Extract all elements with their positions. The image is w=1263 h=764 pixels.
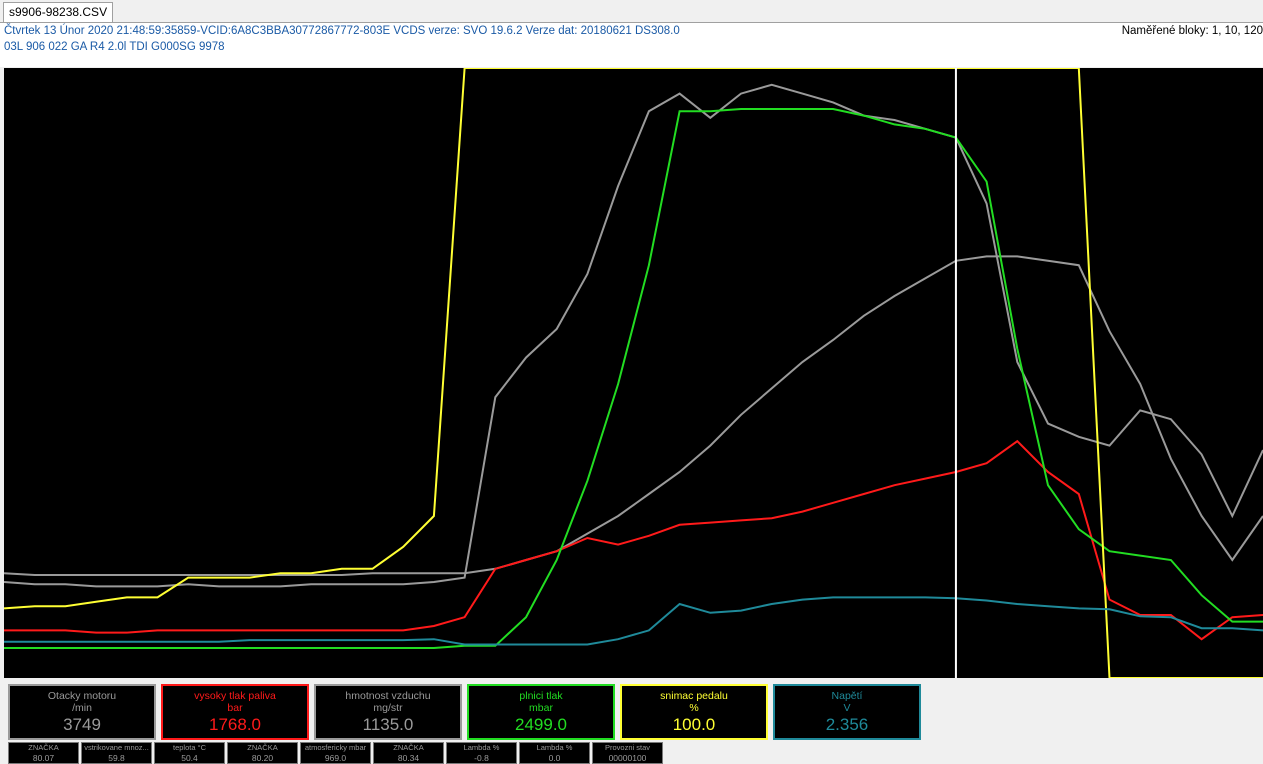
value-cell: vstrikovane mnoz... 59.8 [81, 742, 152, 764]
cell-name: ZNAČKA [247, 743, 278, 752]
gauge-value: 2499.0 [515, 715, 567, 734]
gauge-title: vysoky tlak paliva [194, 690, 276, 702]
gauge-title: snimac pedalu [660, 690, 728, 702]
value-cell: Lambda % 0.0 [519, 742, 590, 764]
gauge-value: 2.356 [825, 715, 869, 734]
gauge-value: 1135.0 [362, 715, 414, 734]
series-line-1 [4, 439, 1263, 641]
value-cell: teplota °C 50.4 [154, 742, 225, 764]
tab-bar: s9906-98238.CSV [0, 0, 1263, 23]
gauge-title: Napětí [831, 690, 863, 702]
value-cell: ZNAČKA 80.07 [8, 742, 79, 764]
cell-name: vstrikovane mnoz... [84, 743, 149, 752]
gauge-title: hmotnost vzduchu [345, 690, 431, 702]
gauge-air-mass: hmotnost vzduchu mg/str 1135.0 [314, 684, 462, 740]
gauge-unit: /min [72, 702, 92, 714]
cell-value: 59.8 [108, 753, 125, 763]
gauge-title: plnici tlak [519, 690, 563, 702]
gauge-fuel-pressure: vysoky tlak paliva bar 1768.0 [161, 684, 309, 740]
cell-name: atmosfericky mbar [304, 743, 367, 752]
gauge-pedal-sensor: snimac pedalu % 100.0 [620, 684, 768, 740]
gauge-unit: % [689, 702, 699, 714]
cell-name: teplota °C [172, 743, 207, 752]
series-line-0 [4, 255, 1263, 576]
value-cell: Lambda % -0.8 [446, 742, 517, 764]
cell-value: 00000100 [608, 753, 647, 763]
gauge-value: 100.0 [672, 715, 716, 734]
gauge-unit: bar [227, 702, 243, 714]
series-line-3 [4, 108, 1263, 649]
value-cell: ZNAČKA 80.34 [373, 742, 444, 764]
gauge-value: 1768.0 [209, 715, 261, 734]
tab-file[interactable]: s9906-98238.CSV [3, 2, 114, 22]
measured-blocks-label: Naměřené bloky: 1, 10, 120 [1121, 25, 1263, 37]
cell-name: Lambda % [463, 743, 500, 752]
cell-value: -0.8 [474, 753, 489, 763]
series-line-4 [4, 68, 1263, 678]
value-cell: ZNAČKA 80.20 [227, 742, 298, 764]
cell-name: ZNAČKA [393, 743, 424, 752]
gauge-title: Otacky motoru [47, 690, 117, 702]
gauge-value: 3749 [63, 715, 101, 734]
value-cell: Provozni stav 00000100 [592, 742, 663, 764]
cell-value: 969.0 [324, 753, 347, 763]
log-header: Čtvrtek 13 Únor 2020 21:48:59:35859-VCID… [0, 23, 1263, 67]
cell-value: 50.4 [181, 753, 198, 763]
cell-value: 80.07 [32, 753, 55, 763]
graph-panel[interactable] [4, 68, 1263, 678]
cell-name: Lambda % [536, 743, 573, 752]
cell-name: ZNAČKA [28, 743, 59, 752]
gauge-voltage: Napětí V 2.356 [773, 684, 921, 740]
header-engine-line: 03L 906 022 GA R4 2.0l TDI G000SG 9978 [4, 41, 225, 53]
gauge-unit: mbar [529, 702, 553, 714]
header-info-line: Čtvrtek 13 Únor 2020 21:48:59:35859-VCID… [4, 25, 680, 37]
cell-value: 80.20 [251, 753, 274, 763]
value-cell: atmosfericky mbar 969.0 [300, 742, 371, 764]
gauge-boost-pressure: plnici tlak mbar 2499.0 [467, 684, 615, 740]
gauge-panel: Otacky motoru /min 3749 vysoky tlak pali… [0, 678, 1263, 764]
series-line-5 [4, 596, 1263, 646]
log-graph[interactable] [4, 68, 1263, 678]
cell-name: Provozni stav [604, 743, 651, 752]
cell-value: 0.0 [548, 753, 561, 763]
gauge-engine-rpm: Otacky motoru /min 3749 [8, 684, 156, 740]
gauge-unit: mg/str [373, 702, 403, 714]
cell-value: 80.34 [397, 753, 420, 763]
gauge-unit: V [843, 702, 851, 714]
series-line-2 [4, 83, 1263, 588]
